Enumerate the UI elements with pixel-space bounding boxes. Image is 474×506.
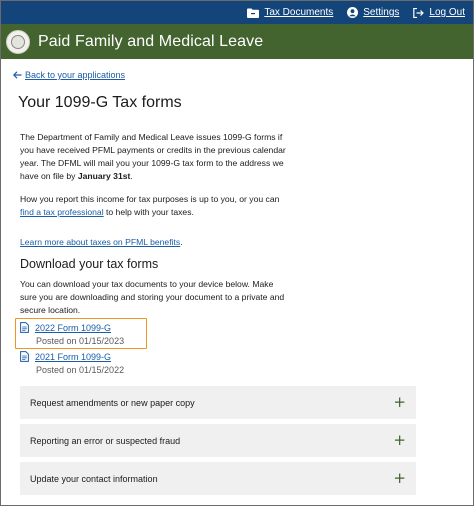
app-window: Tax Documents Settings Log Out Paid Fami… (0, 0, 474, 506)
folder-icon (247, 8, 260, 18)
plus-icon: + (393, 469, 406, 487)
tax-form-item: 2022 Form 1099-G Posted on 01/15/2023 (20, 322, 220, 346)
plus-icon: + (393, 393, 406, 411)
log-out-label: Log Out (429, 7, 465, 18)
form-1099g-2022-link[interactable]: 2022 Form 1099-G (35, 323, 111, 333)
accordion-update-contact[interactable]: Update your contact information + (20, 462, 416, 495)
accordion-label: Update your contact information (30, 473, 158, 484)
top-navigation-bar: Tax Documents Settings Log Out (1, 1, 473, 24)
learn-more-paragraph: Learn more about taxes on PFML benefits. (20, 237, 183, 247)
intro-paragraph: The Department of Family and Medical Lea… (20, 132, 286, 181)
document-icon (20, 351, 29, 362)
state-seal-logo (6, 29, 30, 54)
form-1099g-2021-link[interactable]: 2021 Form 1099-G (35, 352, 111, 362)
arrow-left-icon (13, 71, 22, 79)
posted-date: Posted on 01/15/2023 (36, 336, 125, 346)
deadline-date: January 31st (77, 171, 131, 181)
download-section-title: Download your tax forms (20, 257, 159, 271)
tax-documents-label: Tax Documents (264, 7, 334, 18)
document-icon (20, 322, 29, 333)
settings-label: Settings (363, 7, 400, 18)
site-title: Paid Family and Medical Leave (38, 32, 264, 50)
tax-documents-link[interactable]: Tax Documents (247, 7, 333, 18)
learn-more-taxes-link[interactable]: Learn more about taxes on PFML benefits (20, 237, 180, 247)
page-title: Your 1099-G Tax forms (18, 94, 182, 111)
download-description: You can download your tax documents to y… (20, 279, 285, 315)
back-to-applications-link[interactable]: Back to your applications (13, 70, 125, 80)
back-link-label: Back to your applications (25, 70, 126, 80)
accordion-report-fraud[interactable]: Reporting an error or suspected fraud + (20, 424, 416, 457)
user-icon (347, 7, 359, 18)
accordion-label: Reporting an error or suspected fraud (30, 435, 181, 446)
brand-header: Paid Family and Medical Leave (1, 24, 473, 59)
reporting-paragraph: How you report this income for tax purpo… (20, 194, 280, 217)
find-tax-professional-link[interactable]: find a tax professional (20, 207, 104, 217)
log-out-icon (413, 7, 425, 18)
log-out-link[interactable]: Log Out (413, 7, 465, 18)
settings-link[interactable]: Settings (347, 7, 399, 18)
plus-icon: + (393, 431, 406, 449)
accordion-label: Request amendments or new paper copy (30, 397, 195, 408)
accordion-request-amendments[interactable]: Request amendments or new paper copy + (20, 386, 416, 419)
posted-date: Posted on 01/15/2022 (36, 365, 125, 375)
tax-form-item: 2021 Form 1099-G Posted on 01/15/2022 (20, 351, 220, 375)
